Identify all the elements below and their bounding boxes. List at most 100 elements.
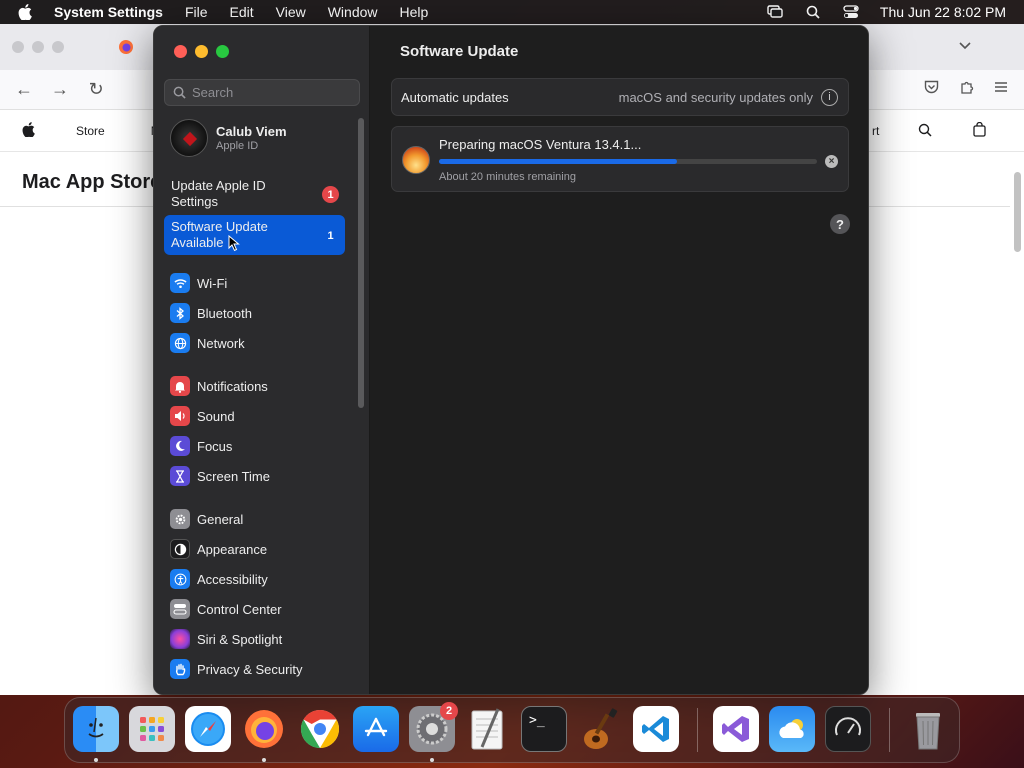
dock-settings-badge: 2 <box>440 702 458 720</box>
firefox-tab-icon[interactable] <box>118 39 134 55</box>
clock[interactable]: Thu Jun 22 8:02 PM <box>880 4 1006 20</box>
help-button[interactable]: ? <box>830 214 850 234</box>
sidebar-item-software-update[interactable]: Software Update Available 1 <box>164 215 345 255</box>
sidebar-item-network[interactable]: Network <box>170 333 245 353</box>
speaker-icon <box>170 406 190 426</box>
dock-vscode-icon[interactable] <box>633 706 679 752</box>
moon-icon <box>170 436 190 456</box>
browser-close-button[interactable] <box>12 41 24 53</box>
browser-minimize-button[interactable] <box>32 41 44 53</box>
spotlight-search-icon[interactable] <box>804 4 822 20</box>
sidebar-item-control-center[interactable]: Control Center <box>170 599 282 619</box>
cancel-update-icon[interactable]: × <box>825 155 838 168</box>
sidebar-item-label: Network <box>197 335 245 351</box>
menu-file[interactable]: File <box>185 4 208 20</box>
screen-mirroring-icon[interactable] <box>766 4 784 20</box>
sidebar-item-focus[interactable]: Focus <box>170 436 232 456</box>
site-nav-store[interactable]: Store <box>76 124 105 138</box>
site-search-icon[interactable] <box>918 123 932 140</box>
sidebar-item-label: Screen Time <box>197 468 270 484</box>
sidebar-item-label: Control Center <box>197 601 282 617</box>
macos-ventura-icon <box>402 146 430 174</box>
user-name: Calub Viem <box>216 124 287 139</box>
dock: >_ <box>64 697 960 763</box>
sidebar-item-label: Sound <box>197 408 235 424</box>
dock-launchpad-icon[interactable] <box>129 706 175 752</box>
dock-visual-studio-icon[interactable] <box>713 706 759 752</box>
dock-chrome-icon[interactable] <box>297 706 343 752</box>
back-arrow-icon[interactable]: ← <box>6 79 42 100</box>
notification-badge: 1 <box>322 186 339 203</box>
sidebar-scrollbar[interactable] <box>358 118 364 408</box>
siri-icon <box>170 629 190 649</box>
sidebar-item-label: Wi-Fi <box>197 275 228 291</box>
zoom-button[interactable] <box>216 45 229 58</box>
dock-firefox-icon[interactable] <box>241 706 287 752</box>
shopping-bag-icon[interactable] <box>973 121 986 140</box>
dock-running-indicator <box>430 758 434 762</box>
main-pane: Software Update Automatic updates macOS … <box>370 26 868 694</box>
dock-textedit-icon[interactable] <box>465 706 511 752</box>
sidebar-item-siri-spotlight[interactable]: Siri & Spotlight <box>170 629 282 649</box>
sidebar-item-update-apple-id[interactable]: Update Apple ID Settings 1 <box>164 174 345 214</box>
menu-window[interactable]: Window <box>328 4 378 20</box>
sidebar-item-appearance[interactable]: Appearance <box>170 539 267 559</box>
sidebar-item-label: Siri & Spotlight <box>197 631 283 647</box>
menu-view[interactable]: View <box>276 4 306 20</box>
user-subtitle: Apple ID <box>216 140 259 152</box>
update-time-remaining: About 20 minutes remaining <box>439 171 576 183</box>
menu-edit[interactable]: Edit <box>230 4 254 20</box>
page-title: Software Update <box>400 43 519 60</box>
sidebar-item-label: Appearance <box>197 541 268 557</box>
apple-logo-icon[interactable] <box>22 121 38 140</box>
sidebar-item-screen-time[interactable]: Screen Time <box>170 466 270 486</box>
globe-icon <box>170 333 190 353</box>
sidebar-item-sound[interactable]: Sound <box>170 406 235 426</box>
browser-zoom-button[interactable] <box>52 41 64 53</box>
sidebar-item-accessibility[interactable]: Accessibility <box>170 569 268 589</box>
control-center-icon[interactable] <box>842 4 860 20</box>
update-progress-bar <box>439 159 817 164</box>
sidebar-item-general[interactable]: General <box>170 509 243 529</box>
hamburger-menu-icon[interactable] <box>994 80 1008 99</box>
dock-finder-icon[interactable] <box>73 706 119 752</box>
dock-garageband-icon[interactable] <box>577 706 623 752</box>
dock-safari-icon[interactable] <box>185 706 231 752</box>
sidebar-item-privacy-security[interactable]: Privacy & Security <box>170 659 302 679</box>
system-settings-window: Search Calub Viem Apple ID Update Apple … <box>153 25 869 695</box>
sidebar-item-label: Notifications <box>197 378 268 394</box>
menu-help[interactable]: Help <box>400 4 429 20</box>
dock-activity-monitor-icon[interactable] <box>825 706 871 752</box>
close-button[interactable] <box>174 45 187 58</box>
dock-terminal-icon[interactable]: >_ <box>521 706 567 752</box>
automatic-updates-value: macOS and security updates only <box>618 89 813 105</box>
update-title: Preparing macOS Ventura 13.4.1... <box>439 137 642 152</box>
sidebar-search-input[interactable]: Search <box>164 79 360 106</box>
apple-menu-icon[interactable] <box>18 4 40 20</box>
sidebar-item-wifi[interactable]: Wi-Fi <box>170 273 227 293</box>
sidebar-item-bluetooth[interactable]: Bluetooth <box>170 303 252 323</box>
dock-app-store-icon[interactable] <box>353 706 399 752</box>
menu-app-name[interactable]: System Settings <box>54 4 163 20</box>
pocket-icon[interactable] <box>924 80 939 99</box>
sidebar-item-label: Accessibility <box>197 571 268 587</box>
dock-running-indicator <box>262 758 266 762</box>
site-nav-support[interactable]: rt <box>872 124 879 138</box>
sidebar-item-label: Focus <box>197 438 233 454</box>
extensions-icon[interactable] <box>959 80 974 99</box>
apple-id-account[interactable]: Calub Viem Apple ID <box>170 119 287 157</box>
reload-icon[interactable]: ↻ <box>78 79 114 100</box>
dock-separator <box>697 708 698 752</box>
tab-list-chevron-icon[interactable] <box>958 38 972 54</box>
sidebar-item-notifications[interactable]: Notifications <box>170 376 268 396</box>
dock-trash-icon[interactable] <box>905 706 951 752</box>
minimize-button[interactable] <box>195 45 208 58</box>
mouse-cursor-icon <box>228 234 240 257</box>
browser-scrollbar[interactable] <box>1014 172 1021 252</box>
forward-arrow-icon[interactable]: → <box>42 79 78 100</box>
info-icon[interactable]: i <box>821 88 838 106</box>
menu-bar: System Settings File Edit View Window He… <box>0 0 1024 24</box>
sidebar-item-label: Privacy & Security <box>197 661 303 677</box>
dock-weather-icon[interactable] <box>769 706 815 752</box>
hand-icon <box>170 659 190 679</box>
